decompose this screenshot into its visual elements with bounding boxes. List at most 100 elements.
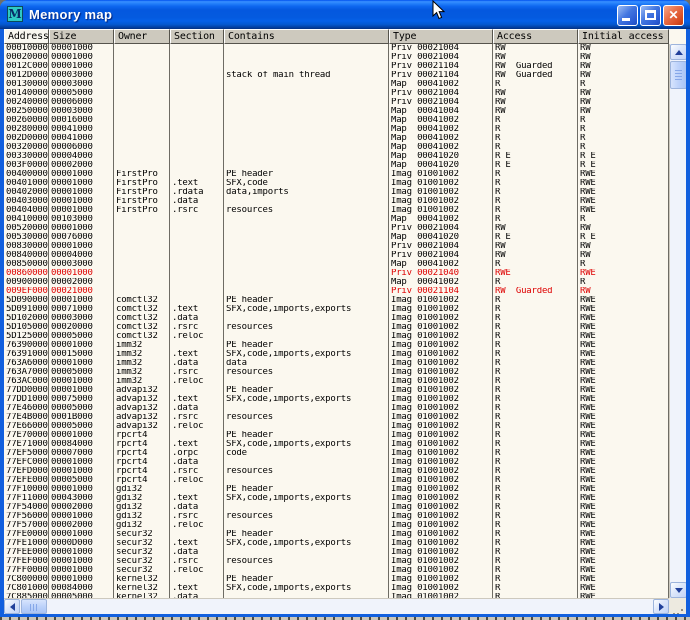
cell: R bbox=[493, 386, 578, 395]
table-row[interactable]: 7C80100000084000kernel32.textSFX,code,im… bbox=[4, 584, 669, 593]
table-row[interactable]: 003F000000002000Map 00041020R ER E bbox=[4, 161, 669, 170]
table-row[interactable]: 7639000000001000imm32PE headerImag 01001… bbox=[4, 341, 669, 350]
table-row[interactable]: 7639100000015000imm32.textSFX,code,impor… bbox=[4, 350, 669, 359]
table-row[interactable]: 77F1000000001000gdi32PE headerImag 01001… bbox=[4, 485, 669, 494]
table-row[interactable]: 77DD100000075000advapi32.textSFX,code,im… bbox=[4, 395, 669, 404]
table-row[interactable]: 0025000000003000Map 00041004RWRW bbox=[4, 107, 669, 116]
table-row[interactable]: 0013000000003000Map 00041002RR bbox=[4, 80, 669, 89]
table-row[interactable]: 0053000000076000Map 00041020R ER E bbox=[4, 233, 669, 242]
table-row[interactable]: 002D000000041000Map 00041002RR bbox=[4, 134, 669, 143]
table-row[interactable]: 77EFD00000001000rpcrt4.rsrcresourcesImag… bbox=[4, 467, 669, 476]
table-row[interactable]: 0040400000001000FirstPro.rsrcresourcesIm… bbox=[4, 206, 669, 215]
cell bbox=[224, 251, 389, 260]
cell bbox=[170, 107, 224, 116]
table-row[interactable]: 77EFE00000005000rpcrt4.relocImag 0100100… bbox=[4, 476, 669, 485]
table-row[interactable]: 0002000000001000Priv 00021004RWRW bbox=[4, 53, 669, 62]
vertical-scrollbar-thumb[interactable] bbox=[670, 61, 686, 89]
table-row[interactable]: 0001000000001000Priv 00021004RWRW bbox=[4, 44, 669, 53]
column-header-contains[interactable]: Contains bbox=[224, 29, 389, 44]
resize-grip[interactable] bbox=[669, 598, 686, 614]
maximize-button[interactable] bbox=[640, 5, 661, 26]
table-row[interactable]: 77FF000000001000secur32.relocImag 010010… bbox=[4, 566, 669, 575]
table-row[interactable]: 0040300000001000FirstPro.dataImag 010010… bbox=[4, 197, 669, 206]
table-row[interactable]: 7C80000000001000kernel32PE headerImag 01… bbox=[4, 575, 669, 584]
table-row[interactable]: 77F1100000043000gdi32.textSFX,code,impor… bbox=[4, 494, 669, 503]
table-row[interactable]: 77E4600000005000advapi32.dataImag 010010… bbox=[4, 404, 669, 413]
table-row[interactable]: 77F5700000002000gdi32.relocImag 01001002… bbox=[4, 521, 669, 530]
table-row[interactable]: 0083000000001000Priv 00021004RWRW bbox=[4, 242, 669, 251]
scroll-up-button[interactable] bbox=[670, 44, 686, 60]
cell: 00084000 bbox=[49, 584, 114, 593]
column-header-size[interactable]: Size bbox=[49, 29, 114, 44]
cell: RW bbox=[493, 98, 578, 107]
vertical-scrollbar[interactable] bbox=[669, 44, 686, 598]
column-header-type[interactable]: Type bbox=[389, 29, 493, 44]
column-header-initial-access[interactable]: Initial access bbox=[578, 29, 669, 44]
column-header-access[interactable]: Access bbox=[493, 29, 578, 44]
table-row[interactable]: 0012C00000001000Priv 00021104RW GuardedR… bbox=[4, 62, 669, 71]
table-row[interactable]: 0040200000001000FirstPro.rdatadata,impor… bbox=[4, 188, 669, 197]
table-row[interactable]: 77EFC00000001000rpcrt4.dataImag 01001002… bbox=[4, 458, 669, 467]
table-row[interactable]: 0085000000003000Map 00041002RR bbox=[4, 260, 669, 269]
table-row[interactable]: 77E7100000084000rpcrt4.textSFX,code,impo… bbox=[4, 440, 669, 449]
close-button[interactable]: ✕ bbox=[663, 5, 684, 26]
cell: 00076000 bbox=[49, 233, 114, 242]
table-row[interactable]: 0052000000001000Priv 00021004RWRW bbox=[4, 224, 669, 233]
column-header-owner[interactable]: Owner bbox=[114, 29, 170, 44]
table-row[interactable]: 77FE000000001000secur32PE headerImag 010… bbox=[4, 530, 669, 539]
table-row[interactable]: 0032000000006000Map 00041002RR bbox=[4, 143, 669, 152]
table-row[interactable]: 77F5400000002000gdi32.dataImag 01001002R… bbox=[4, 503, 669, 512]
table-row[interactable]: 0028000000041000Map 00041002RR bbox=[4, 125, 669, 134]
cell: RW bbox=[493, 224, 578, 233]
scroll-down-button[interactable] bbox=[670, 582, 686, 598]
table-row[interactable]: 009EF00000021000Priv 00021104RW GuardedR… bbox=[4, 287, 669, 296]
cell: 00043000 bbox=[49, 494, 114, 503]
table-row[interactable]: 77F5600000001000gdi32.rsrcresourcesImag … bbox=[4, 512, 669, 521]
cell bbox=[224, 53, 389, 62]
memory-map-icon: M bbox=[7, 6, 23, 22]
table-row[interactable]: 5D12500000005000comctl32.relocImag 01001… bbox=[4, 332, 669, 341]
table-row[interactable]: 77E4B0000001B000advapi32.rsrcresourcesIm… bbox=[4, 413, 669, 422]
titlebar[interactable]: M Memory map ✕ bbox=[0, 0, 690, 29]
table-row[interactable]: 77FEE00000001000secur32.dataImag 0100100… bbox=[4, 548, 669, 557]
cell: .orpc bbox=[170, 449, 224, 458]
table-row[interactable]: 77E6600000005000advapi32.relocImag 01001… bbox=[4, 422, 669, 431]
table-row[interactable]: 0024000000006000Priv 00021004RWRW bbox=[4, 98, 669, 107]
cell: 00001000 bbox=[49, 458, 114, 467]
table-row[interactable]: 763A700000005000imm32.rsrcresourcesImag … bbox=[4, 368, 669, 377]
table-row[interactable]: 77FEF00000001000secur32.rsrcresourcesIma… bbox=[4, 557, 669, 566]
cell: R bbox=[493, 305, 578, 314]
table-row[interactable]: 0012D00000003000stack of main threadPriv… bbox=[4, 71, 669, 80]
table-row[interactable]: 0041000000103000Map 00041002RR bbox=[4, 215, 669, 224]
table-row[interactable]: 763A600000001000imm32.datadataImag 01001… bbox=[4, 359, 669, 368]
table-row[interactable]: 0040100000001000FirstPro.textSFX,codeIma… bbox=[4, 179, 669, 188]
cell: 00005000 bbox=[49, 332, 114, 341]
horizontal-scrollbar[interactable] bbox=[4, 598, 669, 614]
column-header-address[interactable]: Address bbox=[4, 29, 49, 44]
cell: R E bbox=[578, 161, 669, 170]
table-row[interactable]: 0033000000004000Map 00041020R ER E bbox=[4, 152, 669, 161]
table-row[interactable]: 5D10200000003000comctl32.dataImag 010010… bbox=[4, 314, 669, 323]
table-row[interactable]: 5D09100000071000comctl32.textSFX,code,im… bbox=[4, 305, 669, 314]
table-row[interactable]: 77DD000000001000advapi32PE headerImag 01… bbox=[4, 386, 669, 395]
cell: .text bbox=[170, 584, 224, 593]
table-row[interactable]: 77FE10000000D000secur32.textSFX,code,imp… bbox=[4, 539, 669, 548]
table-row[interactable]: 5D09000000001000comctl32PE headerImag 01… bbox=[4, 296, 669, 305]
minimize-button[interactable] bbox=[617, 5, 638, 26]
table-row[interactable]: 0040000000001000FirstProPE headerImag 01… bbox=[4, 170, 669, 179]
table-row[interactable]: 0090000000002000Map 00041002RR bbox=[4, 278, 669, 287]
table-row[interactable]: 763AC00000001000imm32.relocImag 01001002… bbox=[4, 377, 669, 386]
table-row[interactable]: 77EF500000007000rpcrt4.orpccodeImag 0100… bbox=[4, 449, 669, 458]
table-row[interactable]: 77E7000000001000rpcrt4PE headerImag 0100… bbox=[4, 431, 669, 440]
scroll-right-button[interactable] bbox=[653, 599, 669, 614]
table-row[interactable]: 0084000000004000Priv 00021004RWRW bbox=[4, 251, 669, 260]
cell bbox=[170, 386, 224, 395]
table-row[interactable]: 0026000000016000Map 00041002RR bbox=[4, 116, 669, 125]
table-row[interactable]: 0014000000005000Priv 00021004RWRW bbox=[4, 89, 669, 98]
table-row[interactable]: 5D10500000020000comctl32.rsrcresourcesIm… bbox=[4, 323, 669, 332]
scroll-left-button[interactable] bbox=[4, 599, 20, 614]
column-header-section[interactable]: Section bbox=[170, 29, 224, 44]
cell bbox=[170, 170, 224, 179]
horizontal-scrollbar-thumb[interactable] bbox=[21, 599, 47, 614]
table-row[interactable]: 0086000000001000Priv 00021040RWERWE bbox=[4, 269, 669, 278]
